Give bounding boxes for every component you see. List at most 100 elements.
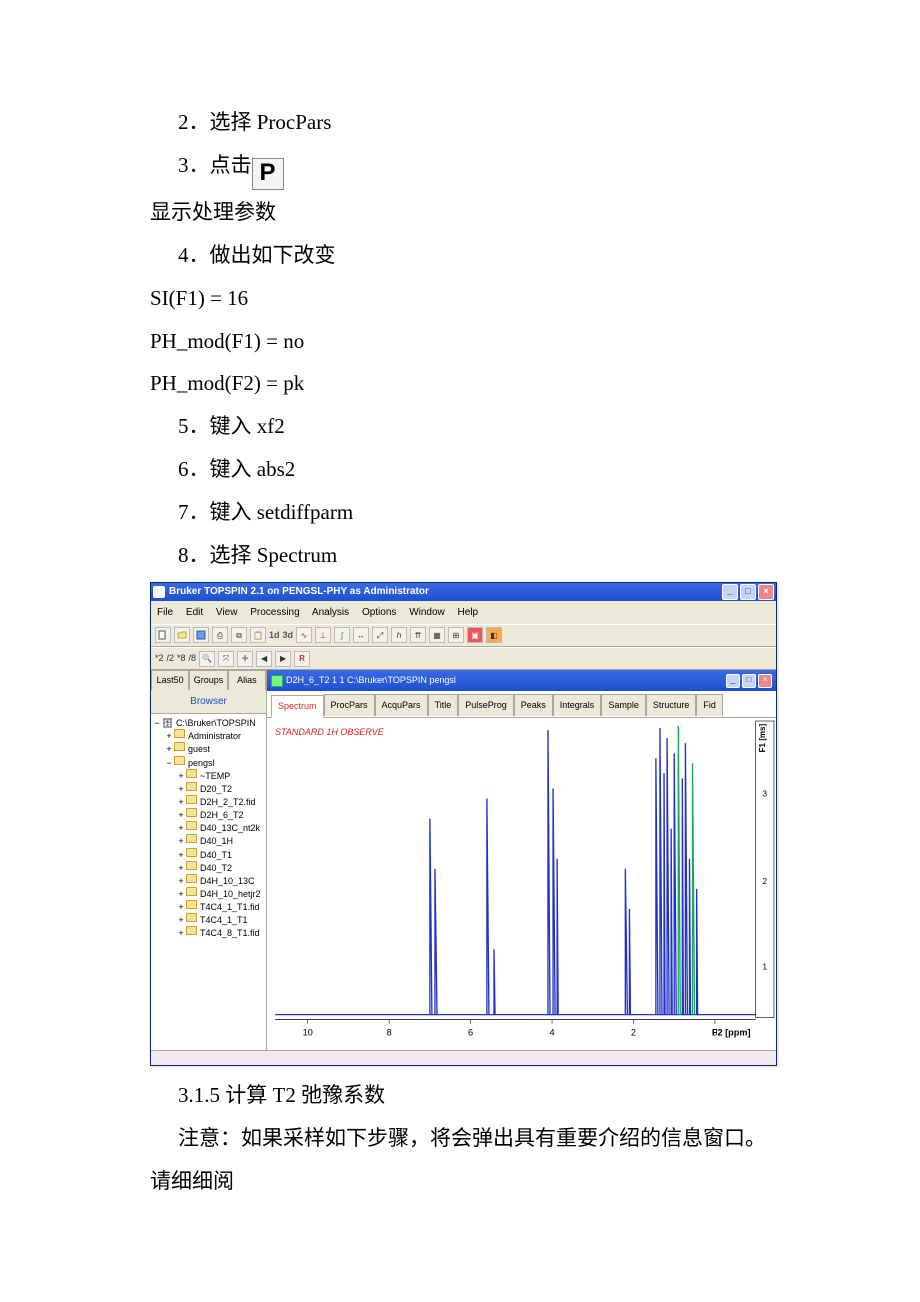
svg-text:2: 2 [763,877,768,886]
tab-acqupars[interactable]: AcquPars [375,694,428,716]
svg-text:4: 4 [549,1028,554,1038]
tab-integrals[interactable]: Integrals [553,694,602,716]
tbtn-3d[interactable]: 3d [283,627,294,644]
tab-procpars[interactable]: ProcPars [324,694,375,716]
menu-view[interactable]: View [216,607,238,618]
svg-text:1: 1 [763,963,768,972]
tree-item[interactable]: +Administrator [153,729,264,742]
tree-item[interactable]: +~TEMP [153,769,264,782]
tab-pulseprog[interactable]: PulseProg [458,694,514,716]
tbtn-x8[interactable]: *8 [177,650,186,667]
svg-text:10: 10 [303,1028,313,1038]
tree-item[interactable]: +D2H_6_T2 [153,808,264,821]
inner-close[interactable]: × [758,674,772,688]
tree-item[interactable]: +T4C4_1_T1.fid [153,900,264,913]
tbtn-paste[interactable]: 📋 [250,627,266,643]
tbtn-phase[interactable]: ∿ [296,627,312,643]
status-bar [151,1050,776,1065]
dataset-title: D2H_6_T2 1 1 C:\Bruker\TOPSPIN pengsl [286,672,456,689]
menu-file[interactable]: File [157,607,173,618]
menu-edit[interactable]: Edit [186,607,203,618]
step-5: 5．键入 xf2 [150,407,810,447]
tree-item[interactable]: +guest [153,742,264,755]
tbtn-expand[interactable]: ⤢ [372,627,388,643]
app-icon [153,586,165,598]
ph1-line: PH_mod(F1) = no [150,322,810,362]
tbtn-arrowl[interactable]: ◀ [256,651,272,667]
menu-analysis[interactable]: Analysis [312,607,349,618]
file-tree[interactable]: −🗄 C:\Bruker\TOPSPIN +Administrator +gue… [151,714,266,1050]
left-tab-last50[interactable]: Last50 [151,670,189,690]
tree-item[interactable]: +D20_T2 [153,782,264,795]
tbtn-calib[interactable]: ⊥ [315,627,331,643]
tbtn-cursor[interactable]: ✛ [237,651,253,667]
tbtn-R[interactable]: R [294,651,310,667]
tbtn-d2[interactable]: /2 [167,650,175,667]
step-8: 8．选择 Spectrum [150,536,810,576]
tree-item[interactable]: +D40_T1 [153,848,264,861]
menu-window[interactable]: Window [409,607,445,618]
tree-item[interactable]: +D40_13C_nt2k [153,821,264,834]
tbtn-new[interactable] [155,627,171,643]
tab-spectrum[interactable]: Spectrum [271,695,324,718]
close-button[interactable]: × [758,584,774,600]
tree-item[interactable]: +D40_T2 [153,861,264,874]
tab-fid[interactable]: Fid [696,694,723,716]
tab-peaks[interactable]: Peaks [514,694,553,716]
tbtn-zoom[interactable]: 🔍 [199,651,215,667]
dataset-icon [271,675,283,687]
tree-item[interactable]: +D40_1H [153,834,264,847]
tbtn-1d[interactable]: 1d [269,627,280,644]
menu-options[interactable]: Options [362,607,396,618]
minimize-button[interactable]: _ [722,584,738,600]
tbtn-dist[interactable]: ↔ [353,627,369,643]
tree-item[interactable]: +D4H_10_13C [153,874,264,887]
tree-item[interactable]: +D4H_10_hetjr2 [153,887,264,900]
right-tabs: SpectrumProcParsAcquParsTitlePulseProgPe… [267,691,776,718]
tbtn-2d[interactable]: ⊞ [448,627,464,643]
step-7: 7．键入 setdiffparm [150,493,810,533]
menu-processing[interactable]: Processing [250,607,299,618]
svg-text:3: 3 [763,790,768,799]
tbtn-d8[interactable]: /8 [189,650,197,667]
tbtn-open[interactable] [174,627,190,643]
dataset-titlebar: D2H_6_T2 1 1 C:\Bruker\TOPSPIN pengsl _ … [267,670,776,691]
maximize-button[interactable]: □ [740,584,756,600]
tbtn-zoomfull[interactable]: ⤧ [218,651,234,667]
left-tab-groups[interactable]: Groups [189,670,227,690]
left-tab-alias[interactable]: Alias [228,670,266,690]
tbtn-integrate[interactable]: ∫ [334,627,350,643]
spectrum-canvas[interactable]: STANDARD 1H OBSERVE [267,718,776,1050]
tbtn-copy[interactable]: ⧉ [231,627,247,643]
tbtn-help[interactable]: ℎ [391,627,407,643]
note-line-2: 请细细阅 [150,1162,810,1202]
tree-item[interactable]: +T4C4_8_T1.fid [153,926,264,939]
menu-help[interactable]: Help [458,607,479,618]
tab-sample[interactable]: Sample [601,694,646,716]
tree-item[interactable]: +D2H_2_T2.fid [153,795,264,808]
tbtn-grid[interactable]: ▦ [429,627,445,643]
tbtn-print[interactable]: ⎙ [212,627,228,643]
note-line-1: 注意：如果采样如下步骤，将会弹出具有重要介绍的信息窗口。 [150,1119,810,1159]
svg-text:F1 [ms]: F1 [ms] [758,724,767,753]
tbtn-arrowr[interactable]: ▶ [275,651,291,667]
app-window: Bruker TOPSPIN 2.1 on PENGSL-PHY as Admi… [150,582,777,1066]
tab-structure[interactable]: Structure [646,694,697,716]
tree-root[interactable]: −🗄 C:\Bruker\TOPSPIN [153,717,264,729]
tbtn-x2[interactable]: *2 [155,650,164,667]
inner-minimize[interactable]: _ [726,674,740,688]
tree-item[interactable]: +T4C4_1_T1 [153,913,264,926]
toolbar-primary: ⎙ ⧉ 📋 1d 3d ∿ ⊥ ∫ ↔ ⤢ ℎ ⇈ ▦ ⊞ ▣ ◧ [151,624,776,647]
tbtn-stop[interactable]: ▣ [467,627,483,643]
tbtn-peak[interactable]: ⇈ [410,627,426,643]
inner-maximize[interactable]: □ [742,674,756,688]
menubar: File Edit View Processing Analysis Optio… [151,601,776,624]
step-4: 4．做出如下改变 [150,236,810,276]
browser-label: Browser [151,690,266,714]
p-icon-button: P [252,158,284,190]
tbtn-go[interactable]: ◧ [486,627,502,643]
tbtn-save[interactable] [193,627,209,643]
show-params-line: 显示处理参数 [150,193,810,233]
tab-title[interactable]: Title [428,694,459,716]
tree-item[interactable]: −pengsl [153,756,264,769]
